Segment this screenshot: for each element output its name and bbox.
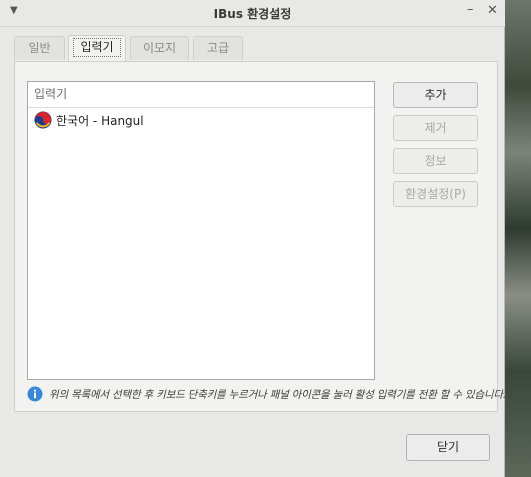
minimize-icon[interactable]: – (467, 2, 474, 17)
tab-input-method-label: 입력기 (73, 38, 121, 57)
list-item[interactable]: 한국어 - Hangul (28, 108, 374, 132)
remove-button[interactable]: 제거 (393, 115, 478, 141)
info-icon (27, 386, 43, 402)
ibus-preferences-window: ▼ IBus 환경설정 – ✕ 일반 입력기 이모지 고급 입력기 한국어 - … (0, 0, 506, 477)
tab-advanced[interactable]: 고급 (193, 36, 243, 60)
window-title: IBus 환경설정 (213, 7, 292, 21)
close-button[interactable]: 닫기 (406, 434, 490, 461)
tab-input-method[interactable]: 입력기 (68, 35, 126, 61)
desktop-background (505, 0, 531, 477)
tab-general[interactable]: 일반 (14, 36, 65, 60)
tab-emoji[interactable]: 이모지 (130, 36, 189, 60)
engine-list[interactable]: 입력기 한국어 - Hangul (27, 81, 375, 380)
engine-name: 한국어 - Hangul (56, 113, 144, 128)
about-button[interactable]: 정보 (393, 148, 478, 174)
taegeuk-icon (34, 111, 52, 129)
hint-row: 위의 목록에서 선택한 후 키보드 단축키를 누르거나 패널 아이콘을 눌러 활… (27, 386, 506, 402)
add-button[interactable]: 추가 (393, 82, 478, 108)
hint-text: 위의 목록에서 선택한 후 키보드 단축키를 누르거나 패널 아이콘을 눌러 활… (49, 388, 506, 401)
close-icon[interactable]: ✕ (487, 3, 498, 18)
preferences-button[interactable]: 환경설정(P) (393, 181, 478, 207)
engine-list-header: 입력기 (28, 82, 374, 108)
titlebar: ▼ IBus 환경설정 – ✕ (0, 0, 505, 27)
